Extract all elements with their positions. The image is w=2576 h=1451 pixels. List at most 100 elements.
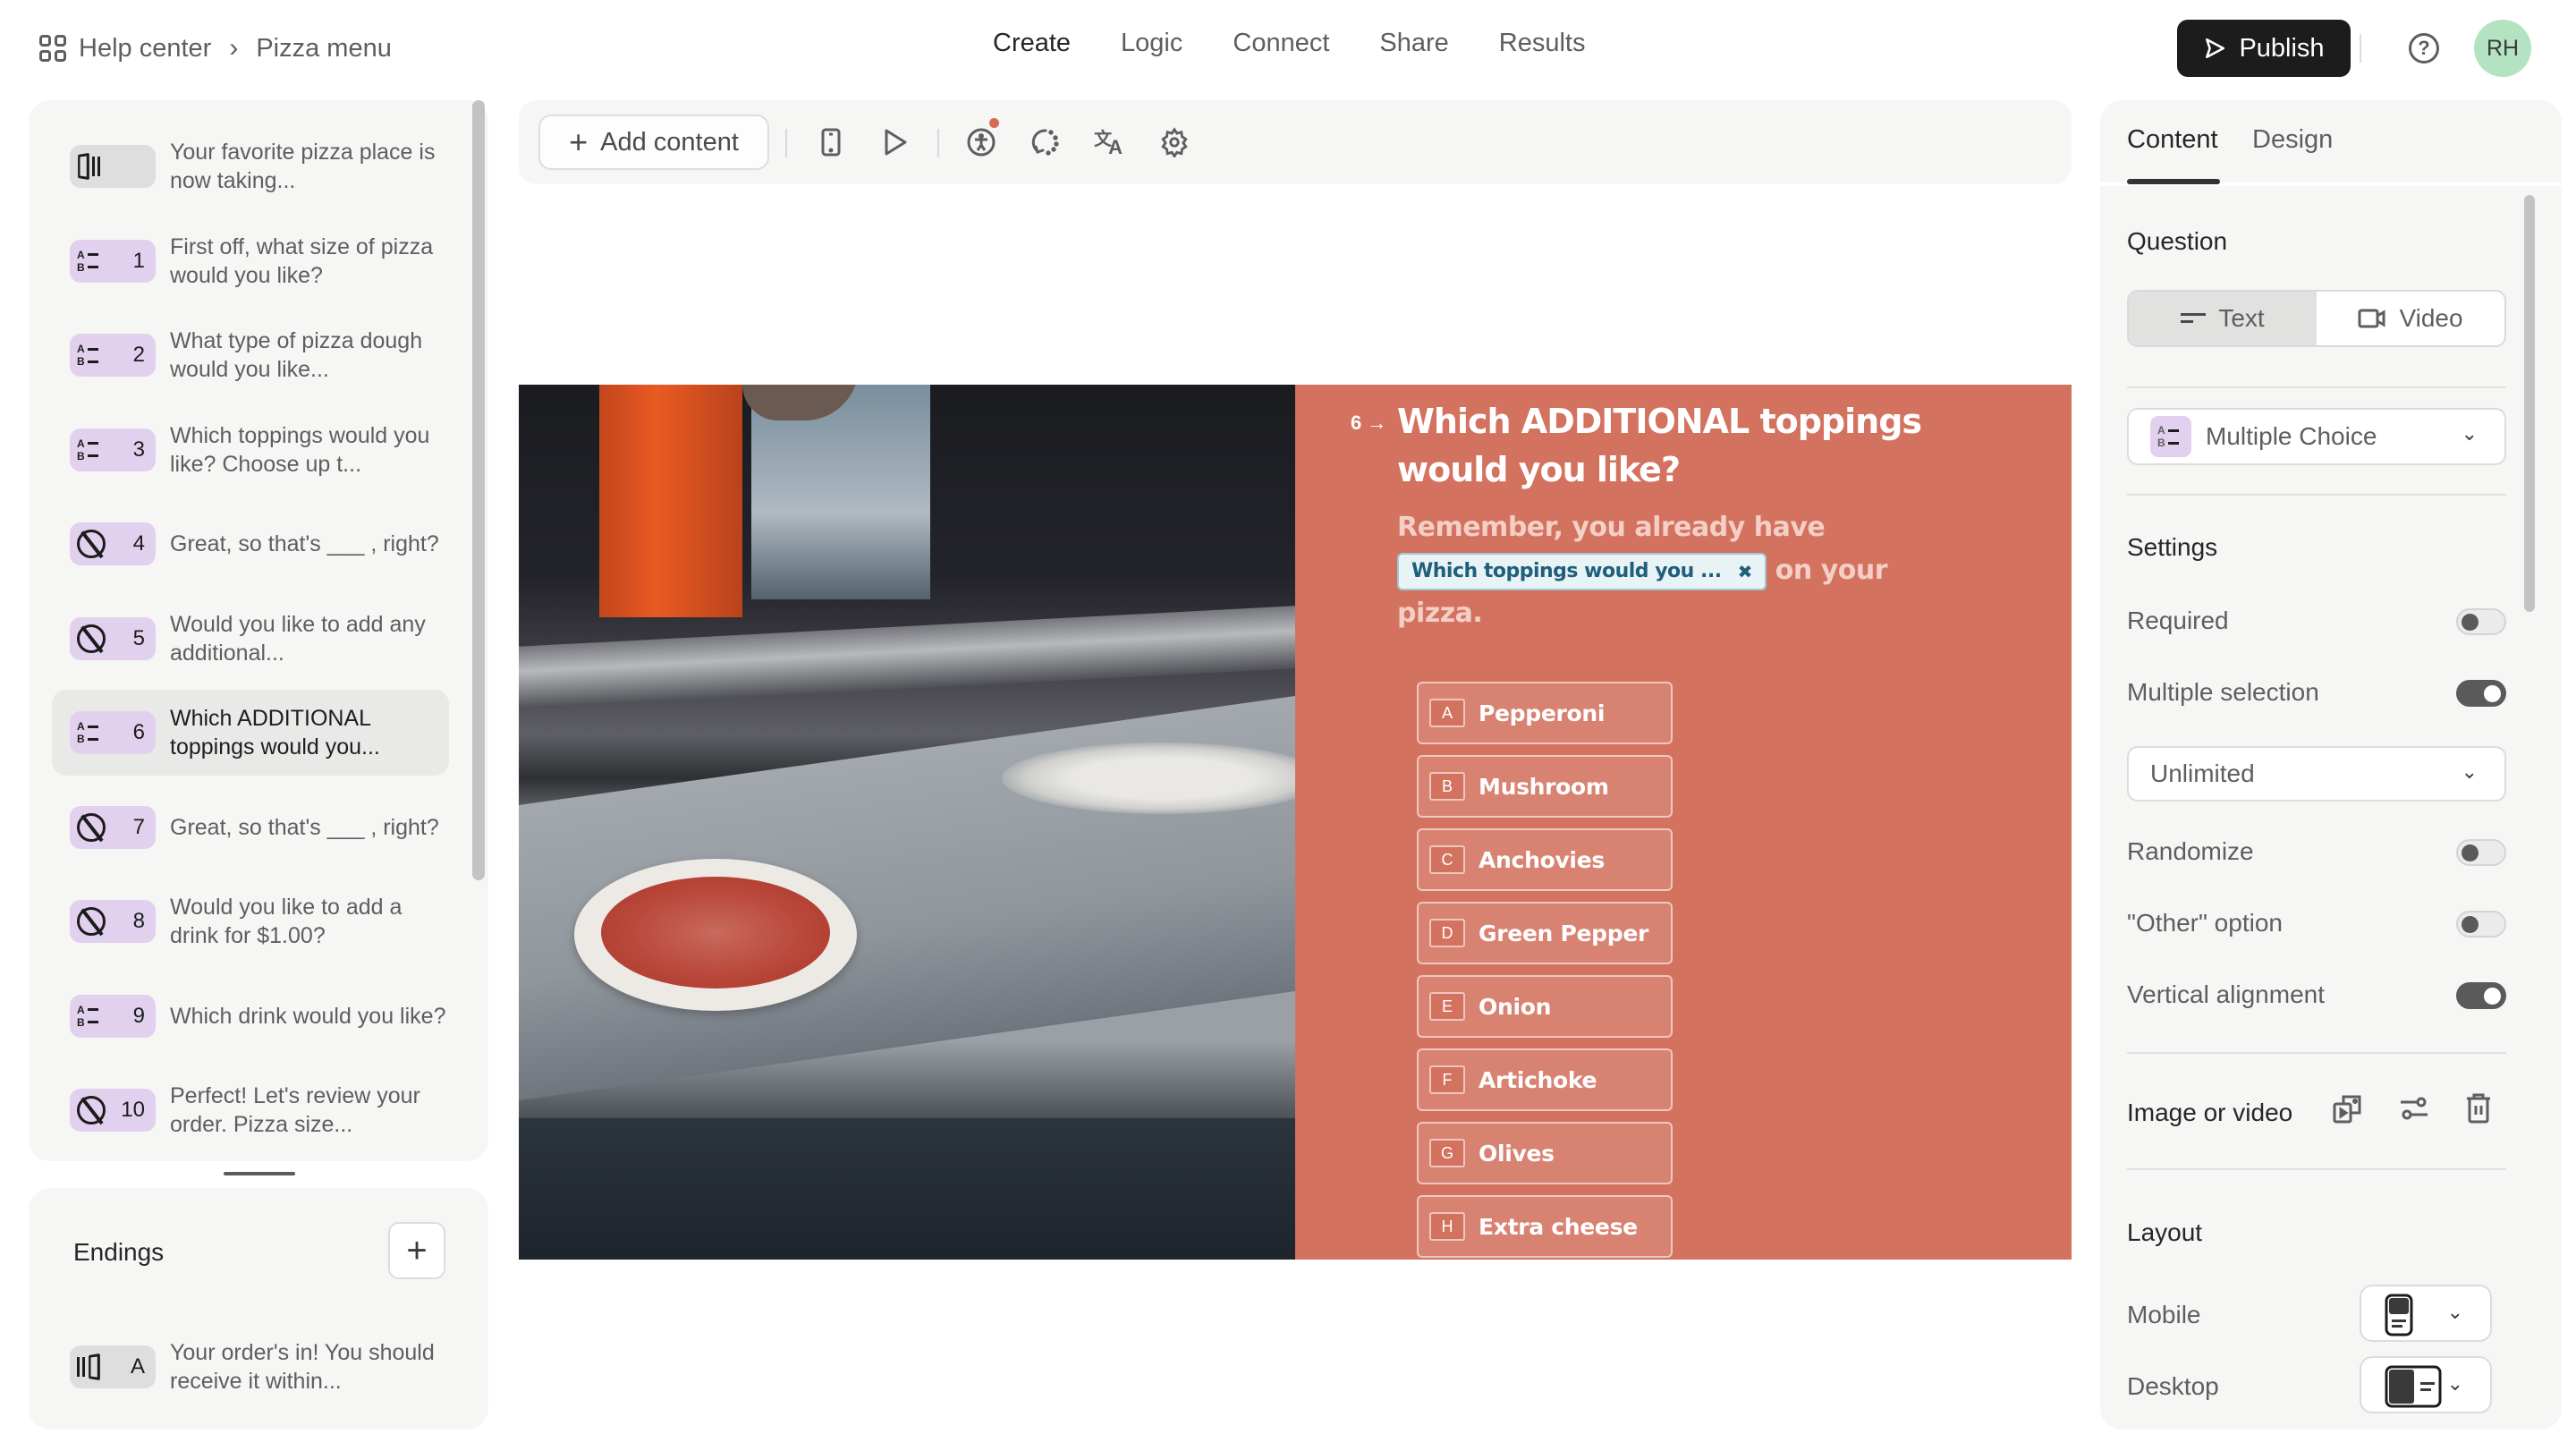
settings-panel: Content Design Question Text Video AB Mu… <box>2100 100 2562 1430</box>
question-text: Great, so that's ___ , right? <box>170 814 439 840</box>
loading-icon[interactable] <box>1030 127 1061 157</box>
add-content-button[interactable]: + Add content <box>538 115 769 170</box>
grid-icon[interactable] <box>39 35 66 62</box>
mobile-layout-icon <box>2385 1294 2413 1336</box>
avatar[interactable]: RH <box>2474 20 2531 77</box>
choice-key: C <box>1429 845 1465 874</box>
multiple-selection-toggle[interactable] <box>2456 680 2506 707</box>
replace-media-icon[interactable] <box>2333 1093 2363 1124</box>
question-type-select[interactable]: AB Multiple Choice ⌄ <box>2127 408 2506 465</box>
other-option-toggle[interactable] <box>2456 911 2506 938</box>
tab-share[interactable]: Share <box>1379 29 1448 58</box>
gear-icon[interactable] <box>1159 127 1190 157</box>
mode-video-button[interactable]: Video <box>2317 292 2504 345</box>
ending-letter: A <box>130 1354 145 1379</box>
editor-toolbar: + Add content 文A <box>519 100 2072 184</box>
send-icon <box>2206 38 2225 59</box>
question-list-item[interactable]: A B 6 Which ADDITIONAL toppings would you..… <box>52 690 449 776</box>
close-icon[interactable]: ✖ <box>1738 556 1753 587</box>
mobile-preview-icon[interactable] <box>816 127 846 157</box>
trash-icon[interactable] <box>2463 1093 2494 1124</box>
question-number: 10 <box>121 1098 145 1122</box>
tab-design[interactable]: Design <box>2252 125 2333 155</box>
toolbar-divider <box>785 129 787 157</box>
translate-icon[interactable]: 文A <box>1094 127 1125 159</box>
question-description[interactable]: Remember, you already have Which topping… <box>1397 506 1934 635</box>
question-list-item[interactable]: 5 Would you like to add any additional... <box>52 596 449 682</box>
question-text: First off, what size of pizza would you … <box>170 233 434 288</box>
randomize-toggle[interactable] <box>2456 839 2506 866</box>
add-ending-button[interactable]: + <box>388 1222 445 1279</box>
question-number: 4 <box>132 531 145 556</box>
question-list-item[interactable]: A B 2 What type of pizza dough would you li… <box>52 312 449 398</box>
vertical-alignment-toggle[interactable] <box>2456 982 2506 1009</box>
question-list-item[interactable]: 4 Great, so that's ___ , right? <box>52 501 449 587</box>
question-list-item[interactable]: A B 3 Which toppings would you like? Choose… <box>52 407 449 493</box>
mode-text-button[interactable]: Text <box>2129 292 2317 345</box>
choice-option[interactable]: E Onion <box>1417 975 1673 1038</box>
question-text: Would you like to add any additional... <box>170 611 426 666</box>
pizza-image-subject <box>574 859 857 1011</box>
question-list-item[interactable]: A B 1 First off, what size of pizza would y… <box>52 218 449 304</box>
tab-connect[interactable]: Connect <box>1233 29 1329 58</box>
question-type-badge: AB 9 <box>70 994 156 1038</box>
question-number: 6 <box>132 720 145 744</box>
question-list-item[interactable]: A B 9 Which drink would you like? <box>52 973 449 1059</box>
tab-create[interactable]: Create <box>993 29 1071 58</box>
publish-button[interactable]: Publish <box>2177 20 2351 77</box>
choice-label: Extra cheese <box>1479 1213 1638 1240</box>
selection-limit-select[interactable]: Unlimited ⌄ <box>2127 746 2506 802</box>
statement-icon <box>77 152 104 181</box>
panel-resize-handle[interactable] <box>224 1172 295 1175</box>
chevron-right-icon: › <box>229 33 239 63</box>
multiple-choice-icon: AB <box>77 249 104 274</box>
choice-option[interactable]: F Artichoke <box>1417 1048 1673 1111</box>
question-list-scrollbar[interactable] <box>472 100 485 880</box>
recall-chip-label: Which toppings would you ... <box>1411 559 1722 582</box>
play-icon[interactable] <box>880 127 911 157</box>
adjust-media-icon[interactable] <box>2399 1093 2429 1124</box>
question-list-item[interactable]: 10 Perfect! Let's review your order. Pizz… <box>52 1067 449 1153</box>
help-icon[interactable]: ? <box>2409 33 2439 64</box>
multiple-choice-icon: AB <box>77 343 104 368</box>
ending-item[interactable]: A Your order's in! You should receive it… <box>52 1324 449 1410</box>
choice-option[interactable]: D Green Pepper <box>1417 902 1673 964</box>
desktop-layout-icon <box>2385 1365 2442 1408</box>
choice-option[interactable]: G Olives <box>1417 1122 1673 1184</box>
toolbar-divider <box>937 129 939 157</box>
choice-option[interactable]: H Extra cheese <box>1417 1195 1673 1258</box>
choice-option[interactable]: B Mushroom <box>1417 755 1673 818</box>
tab-content[interactable]: Content <box>2127 125 2218 155</box>
breadcrumb-workspace[interactable]: Help center <box>79 34 211 64</box>
endings-title: Endings <box>73 1238 165 1266</box>
choice-option[interactable]: C Anchovies <box>1417 828 1673 891</box>
required-toggle[interactable] <box>2456 608 2506 635</box>
question-list-item[interactable]: Your favorite pizza place is now taking.… <box>52 123 449 209</box>
question-number: 2 <box>132 343 145 367</box>
plus-icon: + <box>569 123 589 160</box>
question-text: Which drink would you like? <box>170 1003 446 1029</box>
tab-logic[interactable]: Logic <box>1121 29 1182 58</box>
question-list-item[interactable]: 8 Would you like to add a drink for $1.00… <box>52 878 449 964</box>
divider <box>2127 1052 2506 1054</box>
choice-label: Green Pepper <box>1479 920 1649 946</box>
question-preview: 6 → Which ADDITIONAL toppings would you … <box>519 385 2072 1260</box>
desktop-layout-select[interactable]: ⌄ <box>2360 1356 2492 1413</box>
ending-badge: A <box>70 1345 156 1388</box>
accessibility-icon[interactable] <box>966 118 999 157</box>
no-answer-icon <box>77 624 106 653</box>
question-text: Would you like to add a drink for $1.00? <box>170 895 402 948</box>
tab-results[interactable]: Results <box>1499 29 1586 58</box>
breadcrumb-form[interactable]: Pizza menu <box>256 34 392 64</box>
multiple-choice-icon: AB <box>77 720 104 745</box>
no-answer-icon <box>77 1096 106 1124</box>
choice-option[interactable]: A Pepperoni <box>1417 682 1673 744</box>
question-section-title: Question <box>2127 227 2228 255</box>
no-answer-icon <box>77 907 106 936</box>
question-list-item[interactable]: 7 Great, so that's ___ , right? <box>52 785 449 870</box>
recall-chip[interactable]: Which toppings would you ... ✖ <box>1397 552 1767 590</box>
question-title[interactable]: Which ADDITIONAL toppings would you like… <box>1397 397 1987 494</box>
mobile-layout-select[interactable]: ⌄ <box>2360 1285 2492 1342</box>
settings-scrollbar[interactable] <box>2524 195 2535 612</box>
question-number: 3 <box>132 437 145 462</box>
